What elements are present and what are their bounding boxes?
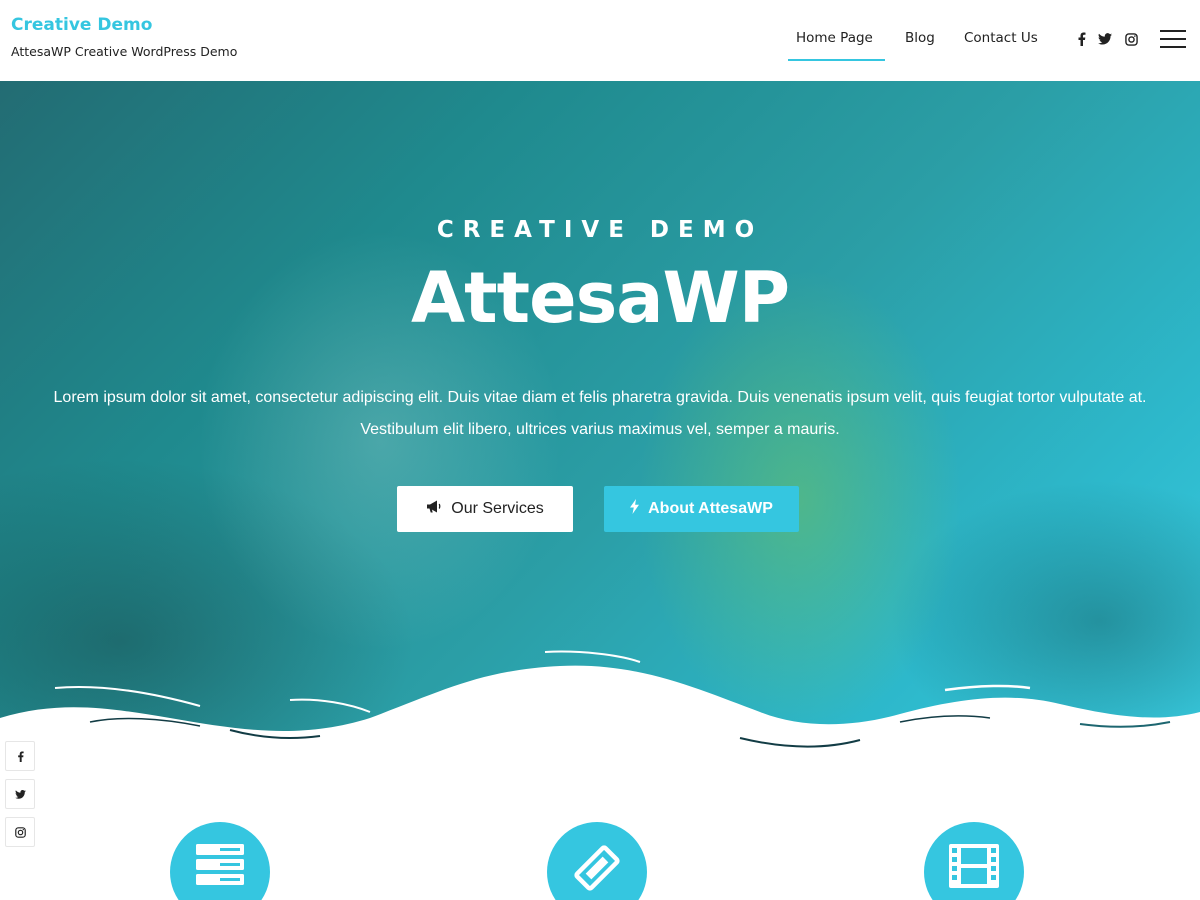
nav-item-contact-us[interactable]: Contact Us xyxy=(964,30,1038,46)
active-nav-indicator xyxy=(788,59,885,61)
twitter-icon[interactable] xyxy=(1097,31,1113,47)
bolt-icon xyxy=(630,499,640,519)
side-facebook-icon[interactable] xyxy=(5,741,35,771)
facebook-icon[interactable] xyxy=(1073,31,1089,47)
ticket-icon xyxy=(571,842,623,898)
site-title[interactable]: Creative Demo xyxy=(11,15,152,35)
hamburger-menu-icon[interactable] xyxy=(1160,29,1186,49)
our-services-button[interactable]: Our Services xyxy=(397,486,573,532)
wave-divider xyxy=(0,650,1200,770)
about-attesawp-button[interactable]: About AttesaWP xyxy=(604,486,799,532)
instagram-icon[interactable] xyxy=(1123,31,1139,47)
hero-text: Lorem ipsum dolor sit amet, consectetur … xyxy=(53,389,1147,438)
feature-server-circle xyxy=(170,822,270,900)
about-attesawp-label: About AttesaWP xyxy=(648,500,773,517)
film-icon xyxy=(947,842,1001,894)
site-header: Creative Demo AttesaWP Creative WordPres… xyxy=(0,0,1200,81)
side-instagram-icon[interactable] xyxy=(5,817,35,847)
hero-title: AttesaWP xyxy=(411,257,790,339)
nav-item-blog[interactable]: Blog xyxy=(905,30,935,46)
site-tagline: AttesaWP Creative WordPress Demo xyxy=(11,44,238,59)
our-services-label: Our Services xyxy=(451,500,544,517)
side-twitter-icon[interactable] xyxy=(5,779,35,809)
hero-subtitle: CREATIVE DEMO xyxy=(436,217,764,243)
feature-ticket-circle xyxy=(547,822,647,900)
nav-item-home-page[interactable]: Home Page xyxy=(796,30,873,46)
feature-film-circle xyxy=(924,822,1024,900)
server-icon xyxy=(194,842,246,890)
megaphone-icon xyxy=(426,500,442,518)
